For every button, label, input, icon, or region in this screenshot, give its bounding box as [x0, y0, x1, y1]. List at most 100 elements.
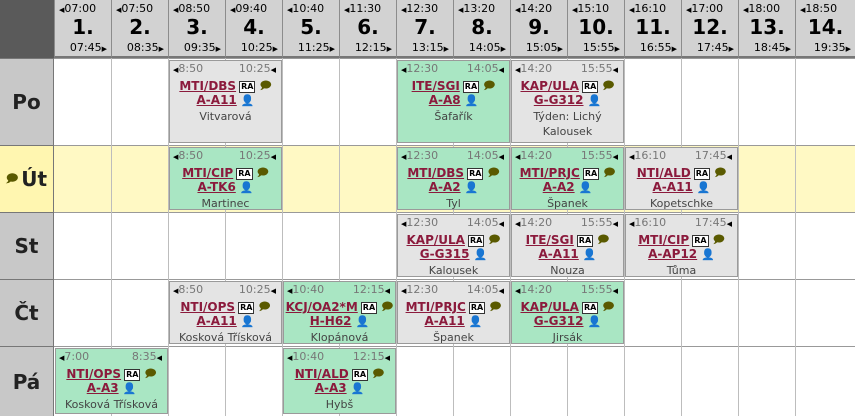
- ra-badge[interactable]: RA: [462, 80, 480, 93]
- room-link[interactable]: G-G312: [534, 93, 584, 107]
- period-header-6[interactable]: ◀11:30 6. 12:15▶: [339, 0, 396, 58]
- ra-badge[interactable]: RA: [693, 167, 711, 180]
- lesson-end: 10:25◀: [238, 62, 276, 75]
- subject-link[interactable]: MTI/PRJC: [406, 300, 466, 314]
- students-icon[interactable]: 👤: [351, 382, 365, 395]
- subject-link[interactable]: MTI/CIP: [182, 166, 233, 180]
- ra-badge[interactable]: RA: [582, 167, 600, 180]
- subject-link[interactable]: ITE/SGI: [412, 79, 460, 93]
- room-link[interactable]: A-AP12: [648, 247, 697, 261]
- students-icon[interactable]: 👤: [356, 315, 370, 328]
- room-link[interactable]: A-A11: [425, 314, 465, 328]
- students-icon[interactable]: 👤: [474, 248, 488, 261]
- room-link[interactable]: A-A2: [543, 180, 575, 194]
- subject-link[interactable]: KCJ/OA2*M: [286, 300, 358, 314]
- lesson-card[interactable]: ◀14:20 15:55◀ KAP/ULA RA 🗩 G-G312 👤 Jirsák: [511, 281, 624, 344]
- ra-badge[interactable]: RA: [581, 301, 599, 314]
- subject-link[interactable]: ITE/SGI: [526, 233, 574, 247]
- lesson-card[interactable]: ◀12:30 14:05◀ MTI/DBS RA 🗩 A-A2 👤 Tyl: [397, 147, 510, 210]
- lesson-card[interactable]: ◀14:20 15:55◀ KAP/ULA RA 🗩 G-G312 👤 Týden: Lich…: [511, 60, 624, 143]
- room-link[interactable]: A-A2: [429, 180, 461, 194]
- ra-badge[interactable]: RA: [360, 301, 378, 314]
- room-link[interactable]: A-A3: [87, 381, 119, 395]
- students-icon[interactable]: 👤: [583, 248, 597, 261]
- ra-badge[interactable]: RA: [468, 301, 486, 314]
- lesson-card[interactable]: ◀14:20 15:55◀ MTI/PRJC RA 🗩 A-A2 👤 Španek: [511, 147, 624, 210]
- period-header-13[interactable]: ◀18:00 13. 18:45▶: [738, 0, 795, 58]
- ra-badge[interactable]: RA: [581, 80, 599, 93]
- room-link[interactable]: A-A8: [429, 93, 461, 107]
- subject-link[interactable]: MTI/DBS: [407, 166, 464, 180]
- subject-link[interactable]: MTI/CIP: [638, 233, 689, 247]
- students-icon[interactable]: 👤: [241, 315, 255, 328]
- students-icon[interactable]: 👤: [588, 315, 602, 328]
- room-link[interactable]: A-A11: [653, 180, 693, 194]
- subject-link[interactable]: KAP/ULA: [520, 300, 578, 314]
- students-icon[interactable]: 👤: [240, 181, 254, 194]
- period-header-9[interactable]: ◀14:20 9. 15:05▶: [510, 0, 567, 58]
- lesson-card[interactable]: ◀12:30 14:05◀ KAP/ULA RA 🗩 G-G315 👤 Kalousek: [397, 214, 510, 277]
- period-header-8[interactable]: ◀13:20 8. 14:05▶: [453, 0, 510, 58]
- students-icon[interactable]: 👤: [241, 94, 255, 107]
- room-link[interactable]: A-TK6: [197, 180, 235, 194]
- subject-link[interactable]: NTI/OPS: [66, 367, 121, 381]
- lesson-card[interactable]: ◀8:50 10:25◀ MTI/CIP RA 🗩 A-TK6 👤 Martinec: [169, 147, 282, 210]
- period-header-1[interactable]: ◀07:00 1. 07:45▶: [54, 0, 111, 58]
- room-link[interactable]: G-G315: [420, 247, 470, 261]
- day-label-2: St: [0, 212, 54, 279]
- ra-badge[interactable]: RA: [351, 368, 369, 381]
- room-link[interactable]: A-A11: [539, 247, 579, 261]
- period-header-4[interactable]: ◀09:40 4. 10:25▶: [225, 0, 282, 58]
- students-icon[interactable]: 👤: [465, 181, 479, 194]
- period-header-10[interactable]: ◀15:10 10. 15:55▶: [567, 0, 624, 58]
- subject-link[interactable]: KAP/ULA: [520, 79, 578, 93]
- students-icon[interactable]: 👤: [469, 315, 483, 328]
- ra-badge[interactable]: RA: [692, 234, 709, 247]
- subject-link[interactable]: NTI/ALD: [637, 166, 691, 180]
- ra-badge[interactable]: RA: [576, 234, 594, 247]
- room-link[interactable]: A-A3: [315, 381, 347, 395]
- subject-link[interactable]: KAP/ULA: [406, 233, 464, 247]
- lesson-card[interactable]: ◀8:50 10:25◀ NTI/OPS RA 🗩 A-A11 👤 Kosková Třísk…: [169, 281, 282, 344]
- period-header-14[interactable]: ◀18:50 14. 19:35▶: [795, 0, 855, 58]
- period-header-11[interactable]: ◀16:10 11. 16:55▶: [624, 0, 681, 58]
- ra-badge[interactable]: RA: [124, 368, 141, 381]
- subject-link[interactable]: NTI/ALD: [295, 367, 349, 381]
- room-link[interactable]: A-A11: [197, 314, 237, 328]
- period-header-3[interactable]: ◀08:50 3. 09:35▶: [168, 0, 225, 58]
- students-icon[interactable]: 👤: [588, 94, 602, 107]
- lesson-card[interactable]: ◀16:10 17:45◀ NTI/ALD RA 🗩 A-A11 👤 Kopetschke: [625, 147, 738, 210]
- lesson-card[interactable]: ◀10:40 12:15◀ KCJ/OA2*M RA 🗩 H-H62 👤 Klopánová: [283, 281, 396, 344]
- ra-badge[interactable]: RA: [238, 301, 255, 314]
- room-link[interactable]: H-H62: [310, 314, 352, 328]
- students-icon[interactable]: 👤: [579, 181, 593, 194]
- students-icon[interactable]: 👤: [465, 94, 479, 107]
- lesson-card[interactable]: ◀16:10 17:45◀ MTI/CIP RA 🗩 A-AP12 👤 Tůma: [625, 214, 738, 277]
- teacher-name: Tyl: [446, 197, 461, 210]
- subject-link[interactable]: NTI/OPS: [180, 300, 235, 314]
- students-icon[interactable]: 👤: [123, 382, 137, 395]
- period-header-7[interactable]: ◀12:30 7. 13:15▶: [396, 0, 453, 58]
- lesson-card[interactable]: ◀12:30 14:05◀ ITE/SGI RA 🗩 A-A8 👤 Šafařík: [397, 60, 510, 143]
- period-header-2[interactable]: ◀07:50 2. 08:35▶: [111, 0, 168, 58]
- room-link[interactable]: A-A11: [197, 93, 237, 107]
- students-icon[interactable]: 👤: [697, 181, 711, 194]
- lesson-card[interactable]: ◀14:20 15:55◀ ITE/SGI RA 🗩 A-A11 👤 Nouza: [511, 214, 624, 277]
- room-link[interactable]: G-G312: [534, 314, 584, 328]
- period-header-5[interactable]: ◀10:40 5. 11:25▶: [282, 0, 339, 58]
- ra-badge[interactable]: RA: [239, 80, 256, 93]
- ra-badge[interactable]: RA: [467, 234, 485, 247]
- ra-badge[interactable]: RA: [236, 167, 253, 180]
- lesson-card[interactable]: ◀12:30 14:05◀ MTI/PRJC RA 🗩 A-A11 👤 Španek: [397, 281, 510, 344]
- lesson-card[interactable]: ◀10:40 12:15◀ NTI/ALD RA 🗩 A-A3 👤 Hybš: [283, 348, 396, 414]
- students-icon[interactable]: 👤: [701, 248, 715, 261]
- subject-link[interactable]: MTI/DBS: [179, 79, 236, 93]
- lesson-card[interactable]: ◀8:50 10:25◀ MTI/DBS RA 🗩 A-A11 👤 Vitvarová: [169, 60, 282, 143]
- lesson-card[interactable]: ◀7:00 8:35◀ NTI/OPS RA 🗩 A-A3 👤 Kosková Třískov…: [55, 348, 168, 414]
- period-number: 6.: [357, 15, 379, 39]
- teacher-name: Hybš: [325, 398, 354, 411]
- subject-link[interactable]: MTI/PRJC: [520, 166, 580, 180]
- period-header-12[interactable]: ◀17:00 12. 17:45▶: [681, 0, 738, 58]
- note-icon[interactable]: 🗩: [6, 170, 18, 189]
- ra-badge[interactable]: RA: [467, 167, 484, 180]
